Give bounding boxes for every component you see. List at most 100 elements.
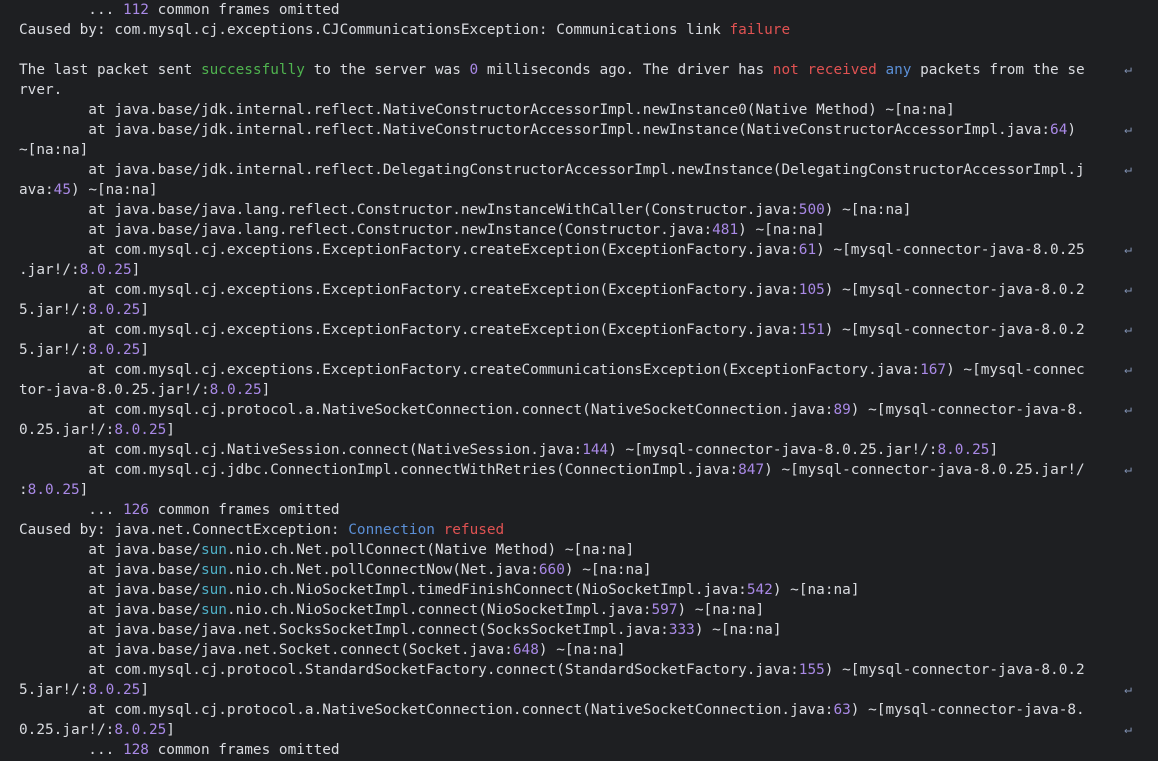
console-text-segment: .nio.ch.Net.pollConnectNow xyxy=(226,562,453,578)
console-text-segment: 481 xyxy=(712,222,739,238)
console-text-segment: : xyxy=(105,422,115,438)
console-text-segment: 500 xyxy=(798,202,825,218)
console-text-segment: ) xyxy=(816,242,825,258)
console-text-segment: at com.mysql.cj.protocol.a.NativeSocketC… xyxy=(19,702,583,718)
console-text-segment: at java.base/jdk.internal.reflect.Native… xyxy=(19,122,739,138)
console-text-segment: common frames omitted xyxy=(148,502,340,518)
console-text-segment: na xyxy=(755,622,773,638)
console-line: ... 126 common frames omitted xyxy=(19,500,1131,520)
console-text-segment: ( xyxy=(400,642,409,658)
console-text-segment: ] xyxy=(166,422,175,438)
console-line: at java.base/sun.nio.ch.NioSocketImpl.co… xyxy=(19,600,1131,620)
console-text-segment: ( xyxy=(599,282,609,298)
console-line: :8.0.25] xyxy=(19,480,1131,500)
console-text-segment: [ xyxy=(790,462,799,478)
console-text-segment: at java.base/ xyxy=(19,562,201,578)
console-text-segment: ] xyxy=(140,302,149,318)
console-text-segment: 45 xyxy=(53,182,71,198)
console-text-segment: : xyxy=(729,602,739,618)
console-text-segment: ) xyxy=(547,542,557,558)
console-text-segment: ~ xyxy=(616,442,635,458)
console-text-segment: NativeSocketConnection.java xyxy=(590,702,825,718)
console-text-segment: na xyxy=(573,642,591,658)
soft-wrap-icon: ↵ xyxy=(1124,722,1132,737)
console-text-segment: na xyxy=(798,222,817,238)
console-text-segment: ConnectionImpl.java xyxy=(564,462,730,478)
console-line: ... 128 common frames omitted xyxy=(19,740,1131,760)
console-text-segment: na xyxy=(712,602,730,618)
console-text-segment: ] xyxy=(79,482,89,498)
console-text-segment: : xyxy=(45,182,54,198)
console-text-segment: tor-java-8.0.25.jar!/ xyxy=(19,382,201,398)
console-text-segment: at com.mysql.cj.exceptions.ExceptionFact… xyxy=(19,322,600,338)
console-text-segment: ] xyxy=(166,722,175,738)
console-text-segment: na xyxy=(105,182,123,198)
console-text-segment: ~ xyxy=(833,202,851,218)
console-text-segment: : xyxy=(738,582,747,598)
console-text-segment: ~ xyxy=(954,362,973,378)
console-text-segment: 542 xyxy=(746,582,773,598)
console-line: at java.base/sun.nio.ch.Net.pollConnect(… xyxy=(19,540,1131,560)
console-text-segment: ] xyxy=(850,582,860,598)
console-text-segment: at java.base/java.net.SocksSocketImpl.co… xyxy=(19,622,479,638)
console-text-segment: [ xyxy=(703,602,713,618)
soft-wrap-icon: ↵ xyxy=(1124,362,1132,377)
console-output[interactable]: ... 112 common frames omitted Caused by: … xyxy=(0,0,1158,761)
console-text-segment: at java.base/jdk.internal.reflect.Native… xyxy=(19,102,747,118)
console-line: The last packet sent successfully to the… xyxy=(19,60,1131,80)
console-text-segment: 8.0.25 xyxy=(88,302,141,318)
console-text-segment: .nio.ch.NioSocketImpl.connect xyxy=(226,602,479,618)
console-text-segment: sun xyxy=(200,542,227,558)
console-text-segment: ( xyxy=(556,222,565,238)
console-text-segment: Native Method xyxy=(755,102,869,118)
console-text-segment: The last packet sent xyxy=(19,62,201,78)
console-line: at com.mysql.cj.NativeSession.connect(Na… xyxy=(19,440,1131,460)
console-text-segment: 8.0.25 xyxy=(27,482,80,498)
console-text-segment: DelegatingConstructorAccessorImpl.j xyxy=(781,162,1085,178)
console-text-segment: na xyxy=(859,202,877,218)
console-text-segment: [ xyxy=(564,642,574,658)
console-text-segment: at java.base/jdk.internal.reflect.Delega… xyxy=(19,162,773,178)
console-text-segment: at com.mysql.cj.jdbc.ConnectionImpl.conn… xyxy=(19,462,557,478)
console-text-segment: ( xyxy=(582,402,591,418)
console-text-segment: NioSocketImpl.java xyxy=(582,582,739,598)
console-text-segment: ~ xyxy=(556,542,574,558)
console-text-segment: at com.mysql.cj.exceptions.ExceptionFact… xyxy=(19,242,600,258)
soft-wrap-icon: ↵ xyxy=(1124,62,1132,77)
console-line: at java.base/sun.nio.ch.NioSocketImpl.ti… xyxy=(19,580,1131,600)
console-text-segment: 660 xyxy=(538,562,565,578)
console-text-segment: java.net.ConnectException xyxy=(105,522,331,538)
console-text-segment: at com.mysql.cj.exceptions.ExceptionFact… xyxy=(19,362,721,378)
console-text-segment: ~ xyxy=(746,222,765,238)
console-text-segment: na xyxy=(772,222,791,238)
console-text-segment: ] xyxy=(140,342,149,358)
console-text-segment: 128 xyxy=(122,742,149,758)
console-line: 5.jar!/:8.0.25] xyxy=(19,300,1131,320)
console-text-segment: ( xyxy=(599,322,609,338)
console-text-segment: ( xyxy=(738,122,747,138)
console-line: at com.mysql.cj.protocol.a.NativeSocketC… xyxy=(19,400,1131,420)
console-text-segment: 89 xyxy=(833,402,851,418)
console-text-segment: ) xyxy=(538,642,548,658)
console-text-segment: sun xyxy=(200,582,227,598)
console-text-segment: 333 xyxy=(668,622,695,638)
console-text-segment: 105 xyxy=(798,282,825,298)
console-line: tor-java-8.0.25.jar!/:8.0.25] xyxy=(19,380,1131,400)
console-text-segment: ( xyxy=(478,622,487,638)
console-text-segment: 63 xyxy=(833,702,851,718)
console-text-segment: na xyxy=(885,202,903,218)
console-text-segment: ~ xyxy=(686,602,704,618)
console-text-segment: na xyxy=(599,642,617,658)
console-text-segment: ] xyxy=(989,442,999,458)
console-text-segment: StandardSocketFactory.java xyxy=(564,662,791,678)
console-text-segment: sun xyxy=(200,562,227,578)
console-text-segment: ) xyxy=(868,102,877,118)
console-line: at java.base/java.lang.reflect.Construct… xyxy=(19,220,1131,240)
console-text-segment: 8.0.25 xyxy=(114,422,167,438)
console-text-segment: ( xyxy=(556,662,565,678)
console-text-segment: ] xyxy=(79,142,89,158)
console-text-segment: : xyxy=(599,542,609,558)
console-text-segment: na xyxy=(608,542,626,558)
console-text-segment: na xyxy=(62,142,80,158)
